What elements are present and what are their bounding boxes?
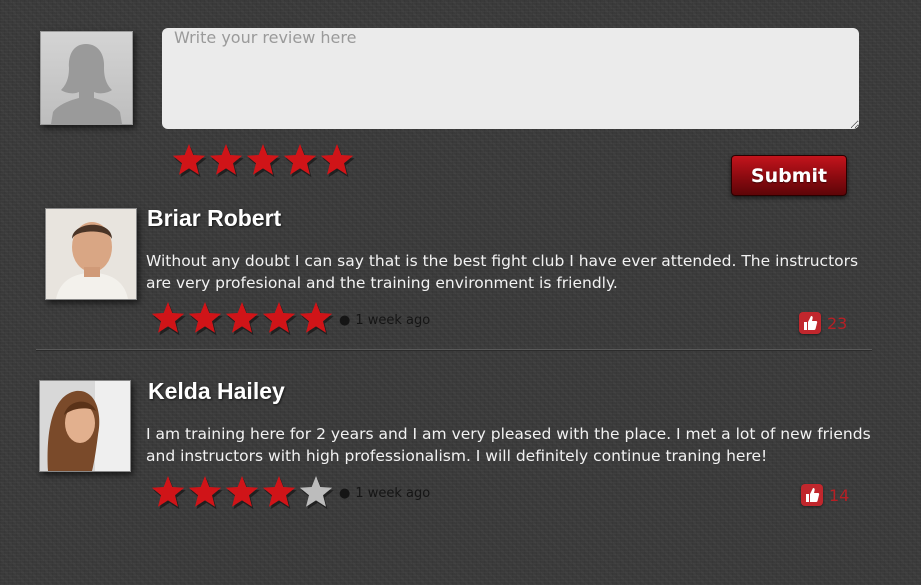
star-filled-icon xyxy=(262,475,297,510)
composer-rating-stars[interactable] xyxy=(172,143,357,178)
star-filled-icon[interactable] xyxy=(283,143,318,178)
review-time: ● 1 week ago xyxy=(339,486,430,501)
bullet-icon: ● xyxy=(339,486,351,501)
bullet-icon: ● xyxy=(339,313,351,328)
star-filled-icon[interactable] xyxy=(172,143,207,178)
star-filled-icon[interactable] xyxy=(246,143,281,178)
reviewer-name: Kelda Hailey xyxy=(148,378,285,404)
review-text: Without any doubt I can say that is the … xyxy=(146,252,859,292)
review-input[interactable] xyxy=(162,28,859,129)
like-button[interactable]: 23 xyxy=(799,312,847,334)
like-count: 23 xyxy=(827,313,848,333)
star-filled-icon xyxy=(299,301,334,336)
review-rating-stars xyxy=(151,301,336,336)
reviewer-photo xyxy=(45,208,137,300)
review-divider xyxy=(36,349,872,351)
thumbs-up-icon[interactable] xyxy=(799,312,821,334)
review-time: ● 1 week ago xyxy=(339,313,430,328)
review-time-text: 1 week ago xyxy=(355,486,431,501)
star-filled-icon xyxy=(262,301,297,336)
star-filled-icon xyxy=(225,301,260,336)
review-text: I am training here for 2 years and I am … xyxy=(146,425,871,465)
star-empty-icon xyxy=(299,475,334,510)
review-rating-stars xyxy=(151,475,336,510)
star-filled-icon xyxy=(188,301,223,336)
star-filled-icon xyxy=(151,301,186,336)
reviewer-name: Briar Robert xyxy=(147,205,282,231)
user-silhouette-icon xyxy=(51,44,122,124)
like-button[interactable]: 14 xyxy=(801,484,849,506)
submit-button[interactable]: Submit xyxy=(731,155,847,196)
star-filled-icon xyxy=(188,475,223,510)
like-count: 14 xyxy=(829,485,850,505)
reviewer-photo xyxy=(39,380,131,472)
thumbs-up-icon[interactable] xyxy=(801,484,823,506)
star-filled-icon[interactable] xyxy=(320,143,355,178)
review-time-text: 1 week ago xyxy=(355,313,431,328)
star-filled-icon[interactable] xyxy=(209,143,244,178)
star-filled-icon xyxy=(225,475,260,510)
star-filled-icon xyxy=(151,475,186,510)
user-avatar-placeholder xyxy=(40,31,133,125)
